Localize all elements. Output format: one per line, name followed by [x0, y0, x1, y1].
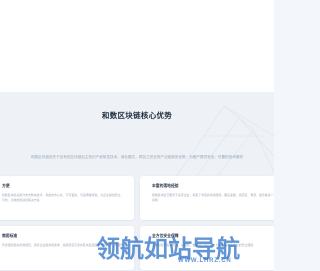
- watermark-url: WWW.LHRZ.CN: [178, 258, 232, 264]
- section-subtitle: 和数区块链依托于自有的区块链自主知识产权研发技术、商业模式，再加之完全的产业链服…: [30, 155, 244, 159]
- section-title: 和数区块链核心优势: [101, 111, 173, 120]
- geometric-decoration: [173, 105, 274, 180]
- card-description: 和数区块链已服务于多家企业，积累了丰富的落地经验，覆盖金融、供应链、溯源、政务等…: [152, 193, 274, 202]
- card-title: 商用标准: [2, 234, 18, 238]
- card-title: 方便: [2, 184, 10, 188]
- card-description: 和数区块链采用分布式账本技术，具备去中心化、不可篡改、可追溯等特性，为企业提供安…: [2, 193, 124, 202]
- advantage-card-convenient: 方便 和数区块链采用分布式账本技术，具备去中心化、不可篡改、可追溯等特性，为企业…: [0, 176, 134, 220]
- top-blank-area: [0, 0, 274, 92]
- advantage-card-experience: 丰富的落地经验 和数区块链已服务于多家企业，积累了丰富的落地经验，覆盖金融、供应…: [140, 176, 274, 220]
- card-title: 丰富的落地经验: [152, 184, 179, 188]
